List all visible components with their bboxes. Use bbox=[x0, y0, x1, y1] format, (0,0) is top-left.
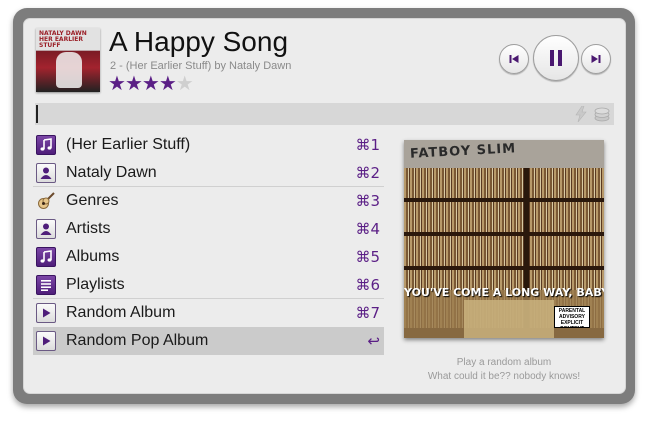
list-item-shortcut: ↩ bbox=[367, 332, 380, 350]
song-subtitle: 2 - (Her Earlier Stuff) by Nataly Dawn bbox=[110, 60, 292, 72]
parental-advisory-label: PARENTAL ADVISORY EXPLICIT CONTENT bbox=[554, 306, 590, 328]
list-item-label: Random Album bbox=[66, 304, 176, 321]
cover-text: NATALY DAWN HER EARLIER STUFF bbox=[39, 30, 87, 49]
list-item-shortcut: ⌘5 bbox=[355, 248, 380, 266]
album-note-icon bbox=[36, 247, 56, 267]
album-art-preview: FATBOY SLIM YOU'VE COME A LONG WAY, BABY… bbox=[404, 140, 604, 338]
list-item-shortcut: ⌘4 bbox=[355, 220, 380, 238]
list-item[interactable]: Random Album ⌘7 bbox=[33, 299, 384, 327]
list-item[interactable]: Genres ⌘3 bbox=[33, 187, 384, 215]
skip-previous-icon bbox=[509, 55, 519, 63]
star-filled-icon[interactable]: ★ bbox=[125, 73, 143, 95]
song-title: A Happy Song bbox=[109, 26, 289, 57]
now-playing-cover: NATALY DAWN HER EARLIER STUFF bbox=[36, 28, 100, 92]
list-item[interactable]: Playlists ⌘6 bbox=[33, 271, 384, 299]
list-item-shortcut: ⌘2 bbox=[355, 164, 380, 182]
list-item-shortcut: ⌘6 bbox=[355, 276, 380, 294]
skip-next-icon bbox=[591, 55, 601, 63]
lightning-bolt-icon[interactable] bbox=[574, 106, 588, 122]
search-input[interactable] bbox=[35, 103, 614, 125]
guitar-icon bbox=[36, 191, 56, 211]
star-empty-icon[interactable]: ★ bbox=[176, 73, 194, 95]
result-list: (Her Earlier Stuff) ⌘1 Nataly Dawn ⌘2 Genres… bbox=[33, 131, 384, 355]
list-item-shortcut: ⌘7 bbox=[355, 304, 380, 322]
list-item[interactable]: Nataly Dawn ⌘2 bbox=[33, 159, 384, 187]
next-button[interactable] bbox=[581, 44, 611, 74]
album-note-icon bbox=[36, 135, 56, 155]
artist-icon bbox=[36, 163, 56, 183]
cover-figure bbox=[56, 52, 82, 88]
advisory-text: PARENTAL ADVISORY EXPLICIT CONTENT bbox=[558, 308, 586, 327]
rating-stars[interactable]: ★★★★★ bbox=[108, 73, 194, 95]
list-item-label: (Her Earlier Stuff) bbox=[66, 136, 191, 153]
list-item-label: Albums bbox=[66, 248, 120, 265]
list-item[interactable]: Random Pop Album ↩ bbox=[33, 327, 384, 355]
pause-icon bbox=[550, 50, 562, 66]
text-cursor bbox=[36, 105, 38, 123]
list-item-label: Genres bbox=[66, 192, 119, 209]
list-item-label: Nataly Dawn bbox=[66, 164, 157, 181]
list-item[interactable]: Albums ⌘5 bbox=[33, 243, 384, 271]
star-filled-icon[interactable]: ★ bbox=[142, 73, 160, 95]
list-item-label: Artists bbox=[66, 220, 111, 237]
playlist-icon bbox=[36, 275, 56, 295]
list-item-shortcut: ⌘1 bbox=[355, 136, 380, 154]
pause-button[interactable] bbox=[533, 35, 579, 81]
previous-button[interactable] bbox=[499, 44, 529, 74]
star-filled-icon[interactable]: ★ bbox=[159, 73, 177, 95]
list-item-label: Random Pop Album bbox=[66, 332, 209, 349]
list-item-label: Playlists bbox=[66, 276, 125, 293]
list-item-shortcut: ⌘3 bbox=[355, 192, 380, 210]
play-icon bbox=[36, 331, 56, 351]
star-filled-icon[interactable]: ★ bbox=[108, 73, 126, 95]
list-item[interactable]: Artists ⌘4 bbox=[33, 215, 384, 243]
caption-line-1: Play a random album bbox=[456, 357, 552, 368]
stack-icon[interactable] bbox=[593, 107, 611, 122]
play-icon bbox=[36, 303, 56, 323]
album-title-text: YOU'VE COME A LONG WAY, BABY bbox=[404, 286, 604, 299]
artist-icon bbox=[36, 219, 56, 239]
list-item[interactable]: (Her Earlier Stuff) ⌘1 bbox=[33, 131, 384, 159]
caption-line-2: What could it be?? nobody knows! bbox=[427, 371, 581, 382]
